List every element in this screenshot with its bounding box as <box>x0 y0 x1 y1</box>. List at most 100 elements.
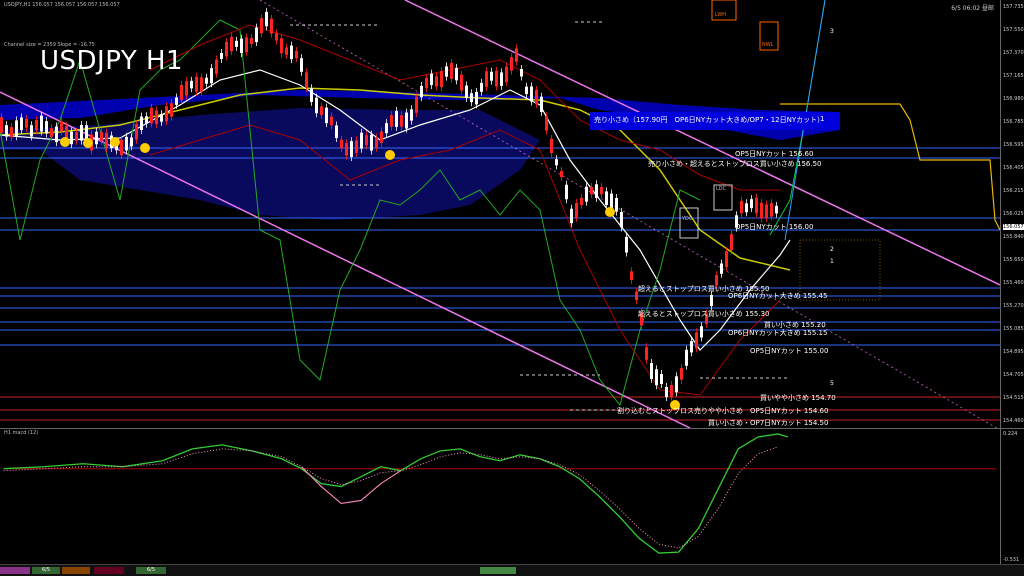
candle-body <box>730 234 733 251</box>
candle-body <box>190 80 193 89</box>
price-tick: 154.460 <box>1003 418 1024 424</box>
candle-body <box>70 131 73 145</box>
candle-body <box>660 374 663 385</box>
candle-body <box>620 211 623 228</box>
tab-red[interactable] <box>94 567 124 574</box>
candle-body <box>370 134 373 151</box>
candle-body <box>680 368 683 380</box>
candle-body <box>145 116 148 124</box>
candle-body <box>160 114 163 122</box>
candle-body <box>85 125 88 139</box>
candle-body <box>135 123 138 140</box>
candle-body <box>95 131 98 145</box>
candle-body <box>615 197 618 212</box>
candle-body <box>555 159 558 166</box>
candle-body <box>625 236 628 253</box>
candle-body <box>195 76 198 92</box>
lwh-label: LWH <box>715 12 727 18</box>
wave-5-label: 5 <box>830 380 834 387</box>
candle-body <box>405 112 408 129</box>
bottom-tab-strip[interactable]: 6/5 6/5 <box>0 564 1024 576</box>
candle-body <box>770 203 773 217</box>
candle-body <box>75 132 78 141</box>
candle-body <box>45 121 48 134</box>
candle-body <box>550 138 553 154</box>
price-tick: 155.460 <box>1003 280 1024 286</box>
candle-body <box>280 38 283 54</box>
candle-body <box>185 81 188 96</box>
level-label-1: 売り小さめ（157.90円 OP6日NYカット大きめ/OP7・12日NYカット） <box>594 116 825 124</box>
macd-bottom-tick: -0.531 <box>1003 557 1020 563</box>
price-tick: 156.980 <box>1003 96 1024 102</box>
candle-body <box>480 82 483 92</box>
candle-body <box>445 66 448 77</box>
candle-body <box>415 96 418 113</box>
candle-body <box>230 36 233 52</box>
candle-body <box>675 376 678 393</box>
candle-body <box>250 37 253 45</box>
tab-purple[interactable] <box>0 567 30 574</box>
candle-body <box>0 117 3 133</box>
tab-green-mid[interactable] <box>480 567 516 574</box>
candle-body <box>170 103 173 117</box>
candle-body <box>560 170 563 178</box>
candle-body <box>610 193 613 210</box>
candle-body <box>140 116 143 131</box>
candle-body <box>365 135 368 146</box>
candle-body <box>650 363 653 379</box>
chart-title: USDJPY H1 <box>40 46 184 76</box>
candle-body <box>420 85 423 98</box>
level-label-4: OP5日NYカット 156.00 <box>735 223 814 231</box>
candle-body <box>355 140 358 153</box>
candle-body <box>755 197 758 214</box>
candle-body <box>165 106 168 122</box>
candle-body <box>520 68 523 77</box>
level-label-12: 割り込むとストップロス売りやや小さめ <box>617 407 743 415</box>
tab-orange[interactable] <box>62 567 90 574</box>
candle-body <box>330 116 333 126</box>
candle-body <box>710 294 713 307</box>
candle-body <box>275 33 278 41</box>
level-label-7: 超えるとストップロス買い小さめ 155.30 <box>638 310 770 318</box>
candle-body <box>335 125 338 139</box>
tab-date-1[interactable]: 6/5 <box>32 567 60 574</box>
candle-body <box>175 97 178 105</box>
candle-body <box>260 18 263 34</box>
price-tick: 154.705 <box>1003 372 1024 378</box>
candle-body <box>630 271 633 281</box>
candle-body <box>440 71 443 87</box>
price-tick: 154.895 <box>1003 349 1024 355</box>
candle-body <box>530 86 533 102</box>
candle-body <box>645 347 648 360</box>
candle-body <box>580 197 583 206</box>
candle-body <box>265 11 268 27</box>
wave-1b-label: 1 <box>830 258 834 265</box>
signal-line <box>3 446 779 549</box>
candle-body <box>295 50 298 59</box>
candle-body <box>80 124 83 141</box>
candle-body <box>745 203 748 213</box>
candle-body <box>60 121 63 132</box>
macd-panel[interactable] <box>0 428 1000 564</box>
candle-body <box>325 107 328 124</box>
candle-body <box>525 86 528 95</box>
candle-body <box>255 27 258 43</box>
price-tick: 155.650 <box>1003 257 1024 263</box>
candle-body <box>425 77 428 89</box>
candle-body <box>565 184 568 200</box>
price-tick: 156.405 <box>1003 165 1024 171</box>
macd-top-tick: 0.224 <box>1003 431 1018 437</box>
candle-body <box>20 117 23 131</box>
candle-body <box>310 88 313 102</box>
candle-body <box>495 70 498 87</box>
price-tick: 155.085 <box>1003 326 1024 332</box>
candle-body <box>345 142 348 156</box>
ydc-label: YDC <box>682 216 693 222</box>
candle-body <box>210 68 213 84</box>
price-tick: 156.785 <box>1003 119 1024 125</box>
candle-body <box>220 52 223 60</box>
tab-date-2[interactable]: 6/5 <box>136 567 166 574</box>
candle-body <box>320 106 323 116</box>
ldc-label: LDC <box>716 186 727 192</box>
candle-body <box>5 125 8 137</box>
